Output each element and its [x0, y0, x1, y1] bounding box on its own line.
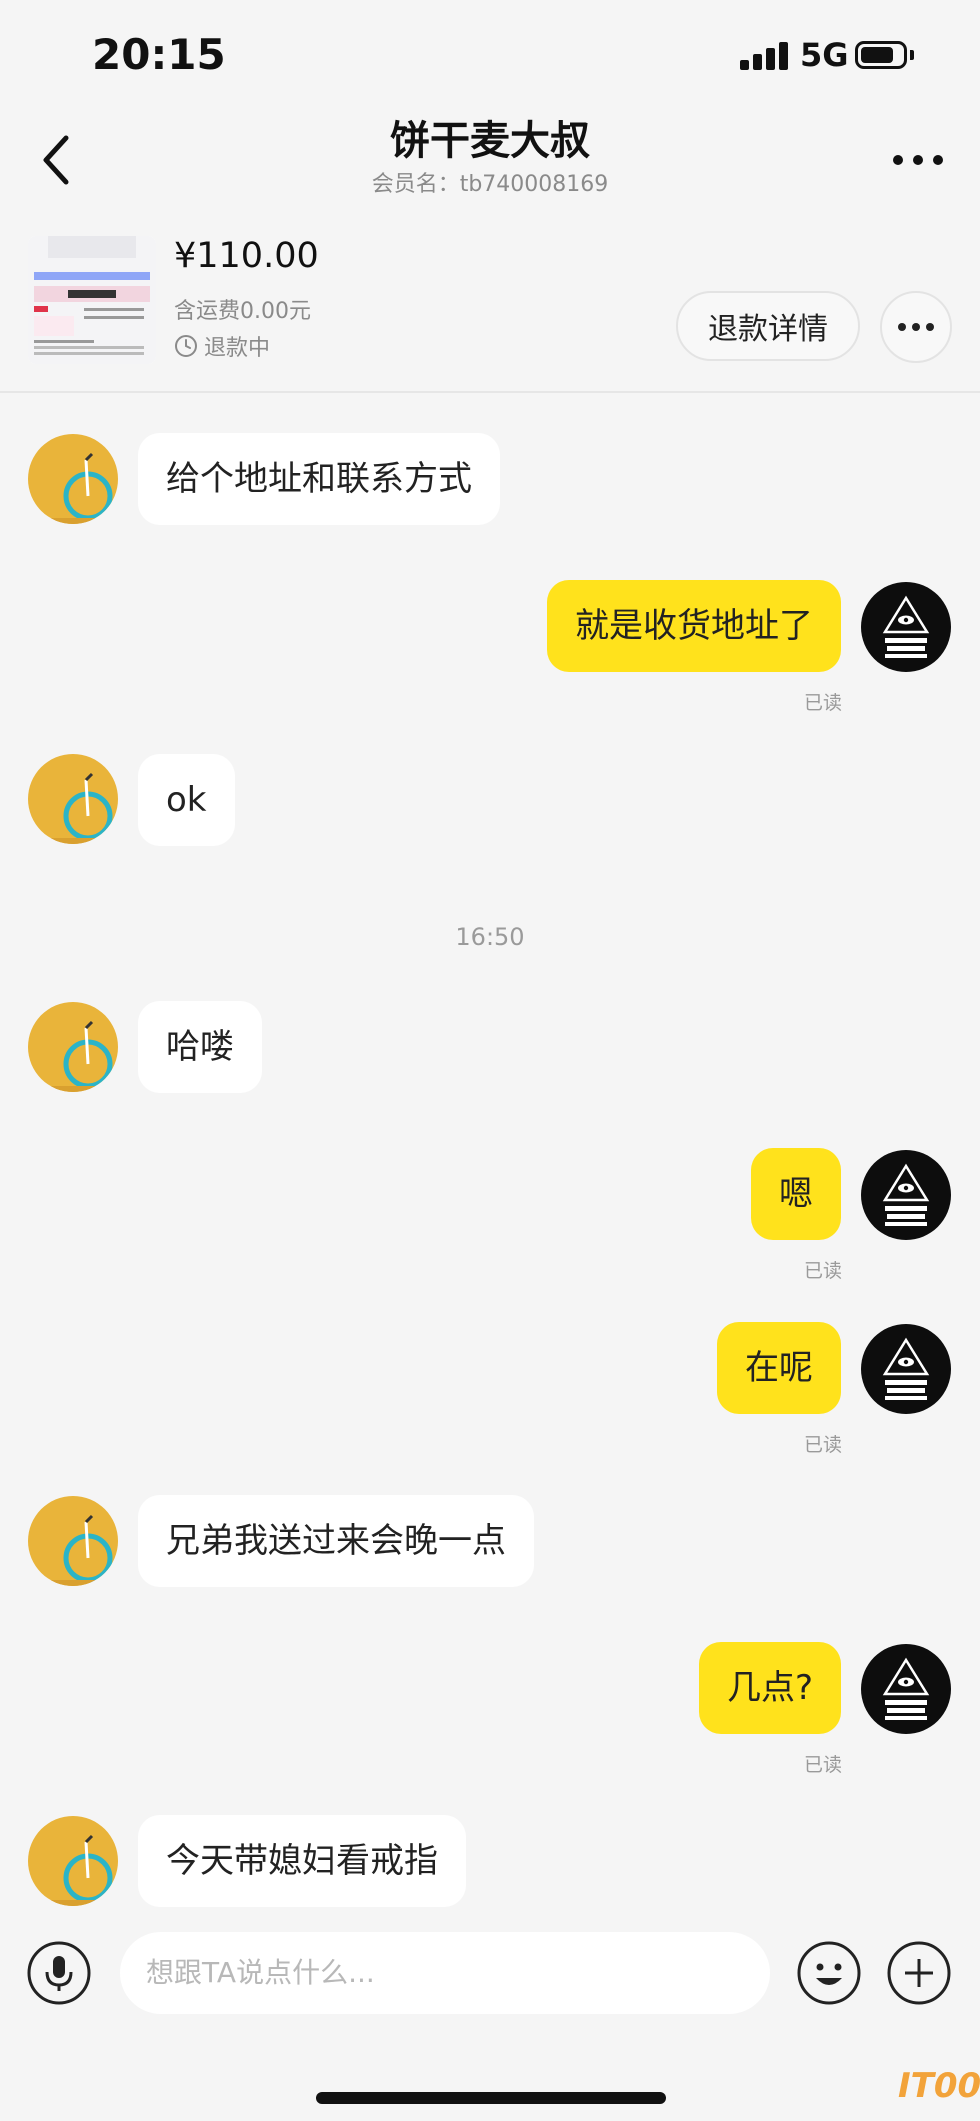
dont-trust-anyone-avatar-image — [861, 582, 951, 672]
battery-icon — [855, 41, 907, 69]
bicycle-avatar-image — [28, 1002, 118, 1092]
message-bubble-outgoing[interactable]: 几点? — [698, 1642, 841, 1734]
message-bubble-outgoing[interactable]: 就是收货地址了 — [547, 580, 841, 672]
bicycle-avatar-image — [28, 434, 118, 524]
read-receipt: 已读 — [803, 692, 842, 714]
network-label: 5G — [800, 36, 849, 74]
read-receipt: 已读 — [803, 1754, 842, 1776]
refund-details-button[interactable]: 退款详情 — [676, 291, 860, 361]
read-receipt: 已读 — [803, 1434, 842, 1456]
voice-input-button[interactable] — [26, 1940, 92, 2006]
bicycle-avatar-image — [28, 754, 118, 844]
message-bubble-incoming[interactable]: 今天带媳妇看戒指 — [138, 1815, 466, 1907]
shipping-fee: 含运费0.00元 — [174, 299, 311, 324]
message-input[interactable]: 想跟TA说点什么... — [120, 1932, 770, 2014]
my-avatar[interactable] — [861, 1644, 951, 1734]
refund-status: 退款中 — [174, 330, 270, 362]
message-bubble-incoming[interactable]: 给个地址和联系方式 — [138, 433, 500, 525]
dont-trust-anyone-avatar-image — [861, 1644, 951, 1734]
chat-title: 饼干麦大叔 — [390, 118, 590, 164]
contact-avatar[interactable] — [28, 1496, 118, 1586]
header-divider — [0, 391, 980, 393]
read-receipt: 已读 — [803, 1260, 842, 1282]
home-indicator — [316, 2092, 666, 2104]
message-bubble-incoming[interactable]: ok — [138, 754, 235, 846]
my-avatar[interactable] — [861, 1324, 951, 1414]
my-avatar[interactable] — [861, 1150, 951, 1240]
contact-avatar[interactable] — [28, 1002, 118, 1092]
time-separator: 16:50 — [455, 923, 525, 951]
order-more-button[interactable] — [880, 291, 952, 363]
dont-trust-anyone-avatar-image — [861, 1324, 951, 1414]
clock-icon — [175, 335, 197, 357]
product-thumbnail[interactable] — [28, 236, 156, 364]
bicycle-avatar-image — [28, 1496, 118, 1586]
bicycle-avatar-image — [28, 1816, 118, 1906]
order-price: ¥110.00 — [174, 236, 319, 276]
emoji-icon — [797, 1941, 861, 2005]
status-time: 20:15 — [92, 30, 226, 79]
message-bubble-incoming[interactable]: 兄弟我送过来会晚一点 — [138, 1495, 534, 1587]
refund-status-label: 退款中 — [204, 336, 271, 361]
more-button[interactable] — [888, 140, 948, 180]
microphone-icon — [27, 1941, 91, 2005]
signal-icon — [740, 42, 790, 70]
contact-avatar[interactable] — [28, 754, 118, 844]
dont-trust-anyone-avatar-image — [861, 1150, 951, 1240]
more-actions-button[interactable] — [886, 1940, 952, 2006]
emoji-button[interactable] — [796, 1940, 862, 2006]
message-bubble-outgoing[interactable]: 嗯 — [751, 1148, 841, 1240]
watermark: IT007 — [898, 2066, 980, 2106]
my-avatar[interactable] — [861, 582, 951, 672]
contact-avatar[interactable] — [28, 434, 118, 524]
battery-tip — [910, 50, 914, 60]
message-bubble-outgoing[interactable]: 在呢 — [717, 1322, 841, 1414]
product-image — [28, 236, 156, 364]
more-icon — [893, 155, 943, 165]
plus-icon — [887, 1941, 951, 2005]
member-name: 会员名：tb740008169 — [371, 172, 609, 197]
contact-avatar[interactable] — [28, 1816, 118, 1906]
message-bubble-incoming[interactable]: 哈喽 — [138, 1001, 262, 1093]
more-icon — [898, 323, 934, 331]
